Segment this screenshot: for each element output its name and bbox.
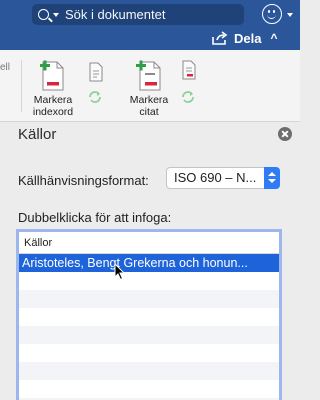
list-item-empty <box>19 290 279 308</box>
list-item-empty <box>19 380 279 398</box>
mark-citation-label-line2: citat <box>139 106 159 118</box>
title-bar: Sök i dokumentet Dela ^ <box>0 0 300 50</box>
mark-index-label-line1: Markera <box>33 94 73 106</box>
ribbon-divider <box>21 60 22 112</box>
sources-list[interactable]: Källor Aristoteles, Bengt Grekerna och h… <box>16 229 282 400</box>
mark-index-entry-button[interactable]: Markera indexord <box>28 94 78 118</box>
document-icon[interactable] <box>88 62 104 82</box>
mark-index-label-line2: indexord <box>32 106 74 118</box>
search-icon <box>38 9 49 20</box>
refresh-icon[interactable] <box>181 90 195 104</box>
mark-citation-label-line1: Markera <box>129 94 169 106</box>
list-item-empty <box>19 308 279 326</box>
citation-style-value: ISO 690 – N... <box>174 170 257 185</box>
share-button[interactable]: Dela ^ <box>212 30 277 46</box>
citation-style-select[interactable]: ISO 690 – N... <box>166 167 280 189</box>
citation-style-label: Källhänvisningsformat: <box>18 173 149 188</box>
mark-index-entry-icon[interactable] <box>38 58 66 92</box>
share-label: Dela <box>234 30 262 46</box>
list-item-empty <box>19 272 279 290</box>
smiley-feedback-icon[interactable] <box>262 4 282 24</box>
list-column-header[interactable]: Källor <box>19 232 279 254</box>
close-icon[interactable] <box>278 127 292 141</box>
insert-instruction-label: Dubbelklicka för att infoga: <box>18 210 172 225</box>
list-item[interactable]: Aristoteles, Bengt Grekerna och honun... <box>19 254 279 272</box>
list-item-empty <box>19 326 279 344</box>
refresh-icon[interactable] <box>88 90 102 104</box>
search-input[interactable]: Sök i dokumentet <box>65 7 165 22</box>
search-box[interactable]: Sök i dokumentet <box>32 4 244 25</box>
collapse-ribbon-icon[interactable]: ^ <box>270 31 277 45</box>
mouse-cursor-icon <box>114 263 126 281</box>
panel-title: Källor <box>18 126 57 143</box>
select-stepper-icon[interactable] <box>264 167 280 189</box>
chevron-down-icon[interactable] <box>287 13 293 17</box>
sources-panel: Källor Källhänvisningsformat: ISO 690 – … <box>0 122 300 400</box>
mark-citation-button[interactable]: Markera citat <box>124 94 174 118</box>
chevron-down-icon[interactable] <box>53 12 59 17</box>
mark-citation-icon[interactable] <box>134 58 164 92</box>
document-icon[interactable] <box>181 60 197 80</box>
list-item-empty <box>19 344 279 362</box>
share-icon <box>212 31 228 45</box>
list-item-empty <box>19 362 279 380</box>
truncated-ribbon-label: ell <box>0 62 11 73</box>
ribbon: ell Markera indexord Markera citat <box>0 50 300 122</box>
